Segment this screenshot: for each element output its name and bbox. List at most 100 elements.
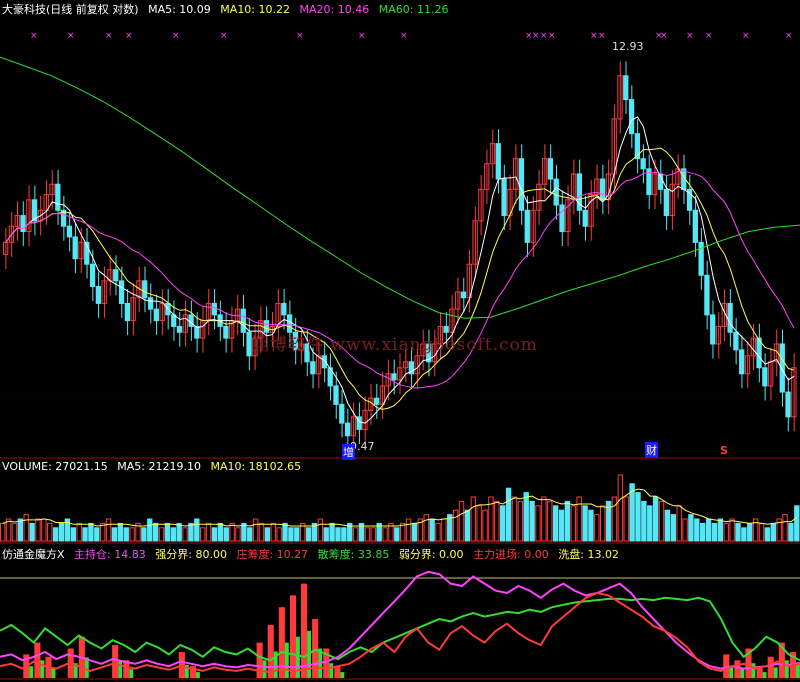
volume-bar: [547, 500, 553, 542]
volume-bar: [152, 522, 159, 542]
indicator-red-bar: [256, 642, 263, 678]
indicator-red-bar: [334, 666, 341, 678]
volume-bar: [623, 496, 629, 542]
volume-bar: [441, 518, 447, 542]
volume-bar: [100, 522, 106, 542]
candle: [333, 385, 339, 405]
volume-ma5: MA5: 21219.10: [117, 460, 201, 473]
volume-bar: [252, 518, 259, 542]
volume-bar: [394, 527, 400, 542]
volume-bar: [541, 496, 547, 542]
volume-bar: [594, 514, 600, 542]
candle: [391, 373, 397, 381]
candle: [147, 297, 154, 310]
volume-bar: [58, 522, 65, 542]
volume-ma10: MA10: 18102.65: [210, 460, 302, 473]
volume-bar: [11, 522, 18, 542]
signal-x-mark: ×: [590, 31, 598, 41]
volume-bar: [641, 500, 647, 542]
signal-x-mark: ×: [532, 31, 540, 41]
volume-bar: [282, 522, 288, 542]
volume-bar: [200, 527, 206, 542]
zhuangchoudu-value: 庄筹度: 10.27: [236, 548, 309, 561]
signal-x-mark: ×: [548, 31, 556, 41]
volume-bar: [411, 522, 418, 542]
volume-bar: [564, 500, 571, 542]
indicator-green-bar: [262, 660, 267, 678]
volume-bar: [458, 500, 465, 542]
volume-bar: [600, 505, 606, 542]
volume-bar: [35, 518, 41, 542]
volume-bar: [405, 518, 412, 542]
volume-bar: [194, 518, 200, 542]
volume-bar: [511, 496, 518, 542]
volume-bar: [23, 514, 29, 542]
signal-x-mark: ×: [686, 31, 694, 41]
indicator-green-bar: [773, 667, 778, 678]
candle: [762, 367, 768, 387]
volume-bar: [235, 527, 241, 542]
candle: [779, 343, 785, 393]
candle: [142, 280, 148, 299]
signal-x-mark: ×: [705, 31, 713, 41]
candle: [692, 209, 698, 243]
candle: [524, 209, 530, 243]
candle: [733, 331, 739, 351]
candle: [113, 269, 119, 282]
signal-x-mark: ×: [598, 31, 606, 41]
volume-bar: [694, 518, 700, 542]
ma20-value: MA20: 10.46: [299, 3, 370, 16]
volume-bar: [788, 522, 794, 542]
candlestick-series: × × × × × × × × × × × × × × × ×× × × × ×: [3, 31, 797, 451]
volume-bar: [170, 527, 176, 542]
volume-bar: [505, 487, 512, 542]
signal-x-mark: ×: [540, 31, 548, 41]
indicator-red-bar: [767, 656, 774, 678]
high-price-label: 12.93: [612, 40, 644, 53]
volume-bar: [82, 527, 88, 542]
volume-bar: [770, 522, 776, 542]
volume-ma-line: [2, 488, 798, 527]
volume-bar: [147, 518, 153, 542]
volume-bar: [258, 522, 265, 542]
volume-bar: [476, 505, 482, 542]
volume-bar: [535, 505, 541, 542]
signal-x-mark: ×: [742, 31, 750, 41]
zhulijinchang-value: 主力进场: 0.00: [473, 548, 549, 561]
indicator-green-bar: [284, 642, 289, 678]
candle: [599, 178, 606, 201]
volume-bar: [70, 527, 76, 542]
volume-bar: [294, 527, 300, 542]
ma10-value: MA10: 10.22: [220, 3, 291, 16]
candle: [460, 291, 467, 299]
marker-s: S: [720, 444, 728, 457]
volume-bar: [741, 527, 747, 542]
volume-bar: [711, 522, 718, 542]
volume-bar: [29, 522, 35, 542]
candle: [223, 325, 229, 339]
volume-bar: [247, 527, 253, 542]
candle: [518, 158, 525, 211]
volume-bar: [529, 500, 535, 542]
candle: [623, 75, 629, 101]
volume-bar: [164, 522, 171, 542]
volume-bar: [617, 474, 624, 542]
volume-bar: [482, 509, 488, 542]
indicator-green-bar: [751, 663, 756, 678]
indicator-green-bar: [762, 672, 767, 678]
candle: [211, 302, 217, 316]
stock-title: 大豪科技(日线 前复权 对数): [2, 3, 139, 16]
indicator-green-bar: [296, 636, 300, 678]
volume-bar: [517, 500, 524, 542]
volume-bar: [117, 522, 124, 542]
volume-bar: [370, 527, 376, 542]
indicator-green-bar: [196, 672, 200, 678]
indicator-red-bar: [178, 652, 185, 678]
indicator-red-bar: [289, 595, 296, 678]
volume-bar: [500, 505, 506, 542]
candle: [310, 361, 316, 375]
volume-bar: [17, 518, 24, 542]
candle: [72, 236, 78, 260]
volume-bar: [129, 527, 135, 542]
candle: [495, 143, 501, 180]
